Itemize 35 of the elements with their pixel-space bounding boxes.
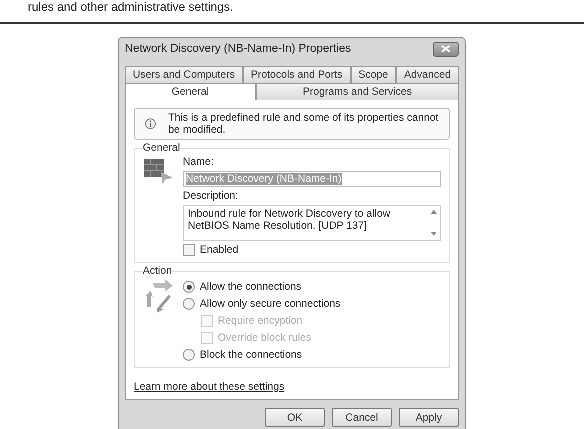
tab[interactable]: Scope (350, 66, 396, 83)
tab[interactable]: Advanced (396, 66, 459, 83)
body-text: rules and other administrative settings. (27, 0, 234, 14)
scroll-down-icon[interactable] (431, 232, 437, 236)
firewall-icon (143, 156, 175, 186)
radio-button[interactable] (183, 298, 195, 310)
window-title: Network Discovery (NB-Name-In) Properties (125, 43, 352, 55)
dialog-button[interactable]: Apply (399, 408, 459, 427)
group-label: General (143, 142, 180, 154)
info-text: This is a predefined rule and some of its properties cannot be modified. (168, 112, 439, 136)
close-button[interactable] (433, 42, 459, 56)
radio-label: Block the connections (200, 349, 302, 361)
settings-link[interactable]: Learn more about these settings (134, 381, 285, 393)
radio-button[interactable] (183, 349, 195, 361)
arrows-icon (143, 279, 175, 313)
info-icon (145, 117, 156, 131)
radio-label: Allow only secure connections (200, 298, 341, 310)
dialog-button[interactable]: Cancel (332, 408, 392, 427)
description-label: Description: (183, 190, 240, 202)
close-icon (441, 45, 451, 53)
checkbox-label: Enabled (200, 244, 239, 256)
tab[interactable]: Programs and Services (256, 83, 459, 100)
radio-label: Allow the connections (200, 281, 302, 293)
radio-button[interactable] (183, 281, 195, 293)
tab[interactable]: General (125, 83, 256, 100)
checkbox-label: Require encyption (218, 315, 303, 327)
scroll-up-icon[interactable] (431, 210, 437, 214)
dialog-button[interactable]: OK (265, 408, 325, 427)
tab[interactable]: Protocols and Ports (243, 66, 351, 83)
tab[interactable]: Users and Computers (125, 66, 244, 83)
name-label: Name: (183, 156, 215, 168)
description-field[interactable]: Inbound rule for Network Discovery to allow NetBIOS Name Resolution. [UDP 137] (183, 205, 441, 241)
group-label: Action (143, 265, 172, 277)
checkbox-label: Override block rules (218, 332, 312, 344)
checkbox[interactable] (183, 244, 195, 256)
